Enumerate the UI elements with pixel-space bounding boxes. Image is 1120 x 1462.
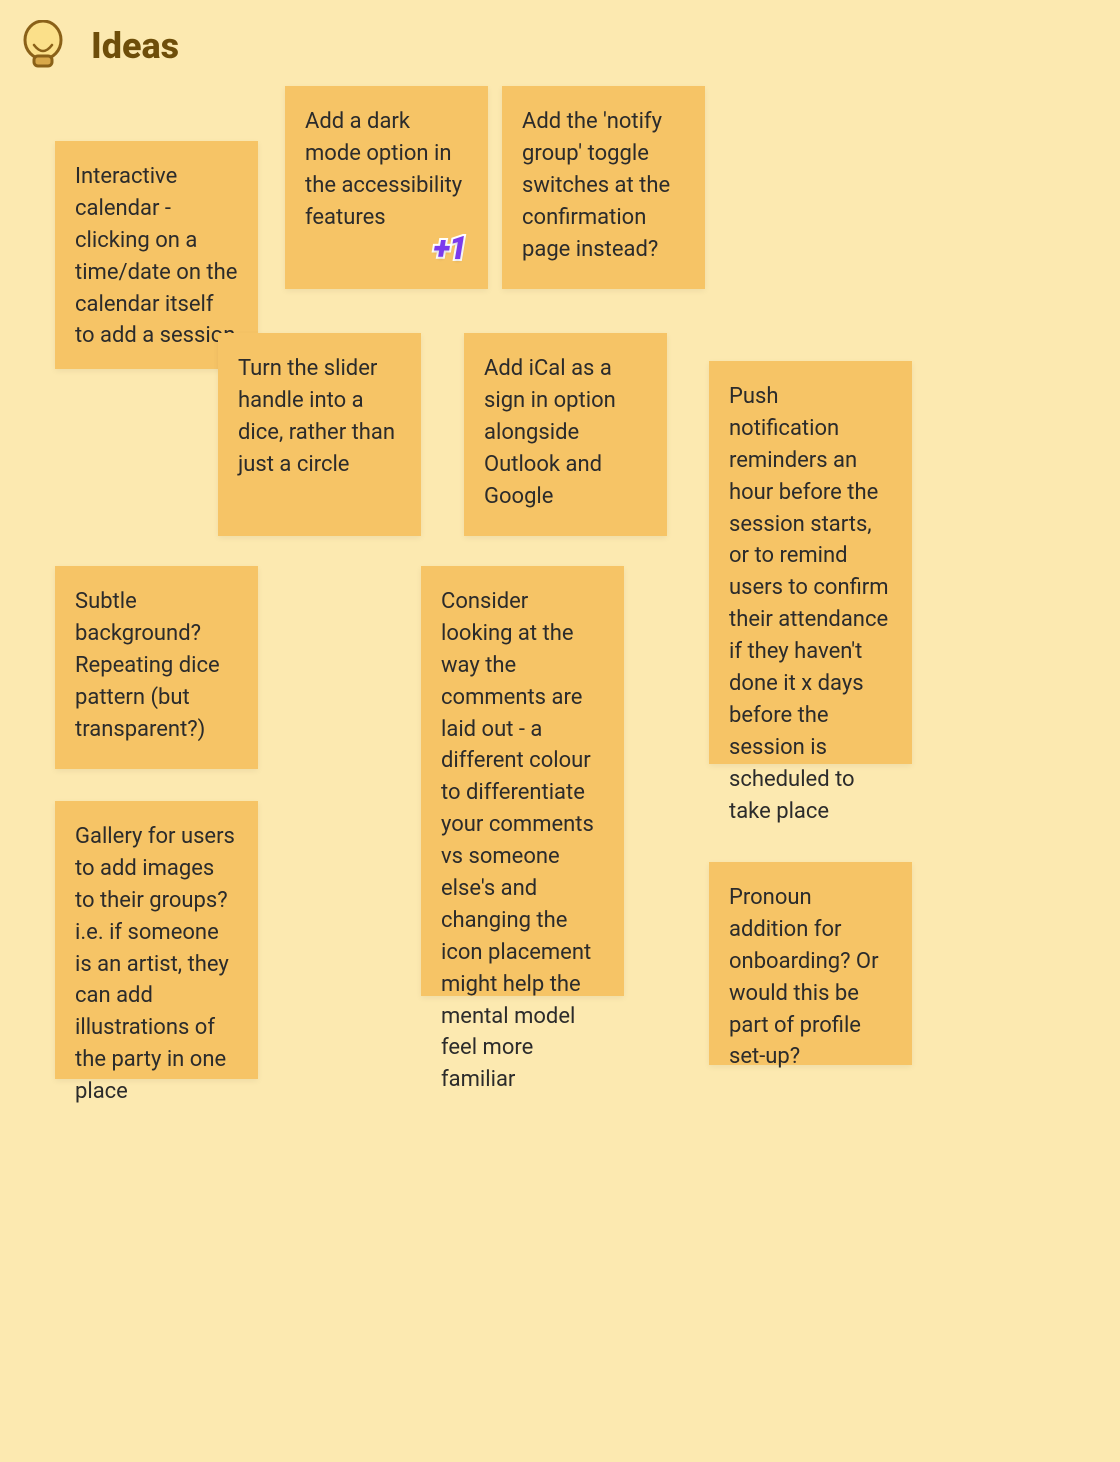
page-title: Ideas (91, 25, 179, 67)
sticky-note-comments-layout[interactable]: Consider looking at the way the comments… (421, 566, 624, 996)
sticky-text: Add the 'notify group' toggle switches a… (522, 106, 685, 265)
sticky-text: Add a dark mode option in the accessibil… (305, 106, 468, 234)
sticky-note-slider-dice[interactable]: Turn the slider handle into a dice, rath… (218, 333, 421, 536)
board-header: Ideas (20, 20, 179, 72)
sticky-note-pronoun[interactable]: Pronoun addition for onboarding? Or woul… (709, 862, 912, 1065)
lightbulb-icon (20, 20, 66, 72)
sticky-text: Gallery for users to add images to their… (75, 821, 238, 1108)
sticky-text: Pronoun addition for onboarding? Or woul… (729, 882, 892, 1073)
sticky-text: Consider looking at the way the comments… (441, 586, 604, 1096)
sticky-note-gallery[interactable]: Gallery for users to add images to their… (55, 801, 258, 1079)
sticky-text: Turn the slider handle into a dice, rath… (238, 353, 401, 481)
sticky-text: Subtle background? Repeating dice patter… (75, 586, 238, 745)
plus-one-badge: +1 (433, 225, 466, 271)
sticky-text: Add iCal as a sign in option alongside O… (484, 353, 647, 512)
sticky-note-ical[interactable]: Add iCal as a sign in option alongside O… (464, 333, 667, 536)
sticky-note-push-notification[interactable]: Push notification reminders an hour befo… (709, 361, 912, 764)
sticky-note-dark-mode[interactable]: Add a dark mode option in the accessibil… (285, 86, 488, 289)
sticky-text: Push notification reminders an hour befo… (729, 381, 892, 827)
sticky-note-notify-group[interactable]: Add the 'notify group' toggle switches a… (502, 86, 705, 289)
sticky-note-subtle-bg[interactable]: Subtle background? Repeating dice patter… (55, 566, 258, 769)
sticky-text: Interactive calendar - clicking on a tim… (75, 161, 238, 352)
